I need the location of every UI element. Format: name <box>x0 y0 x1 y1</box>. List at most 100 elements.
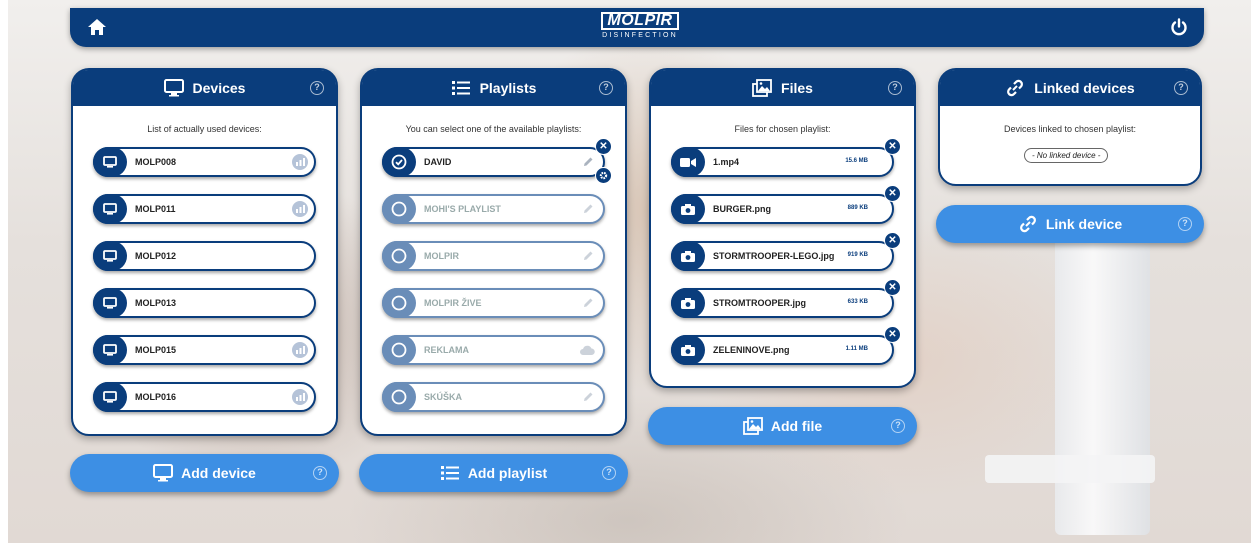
playlists-panel: Playlists ? You can select one of the av… <box>360 68 627 436</box>
remove-file-button[interactable]: ✕ <box>884 232 901 249</box>
file-item[interactable]: 1.mp4 15.6 MB <box>671 147 894 177</box>
video-icon <box>671 147 705 177</box>
device-item[interactable]: MOLP008 <box>93 147 316 177</box>
camera-icon <box>671 241 705 271</box>
device-item[interactable]: MOLP016 <box>93 382 316 412</box>
linked-devices-help-icon[interactable]: ? <box>1174 81 1188 95</box>
file-size: 889 KB <box>847 205 868 211</box>
pencil-icon[interactable] <box>582 391 594 403</box>
add-file-help-icon[interactable]: ? <box>891 419 905 433</box>
linked-devices-title: Linked devices <box>1034 80 1135 96</box>
stats-icon[interactable] <box>292 389 308 405</box>
files-subtitle: Files for chosen playlist: <box>734 124 831 134</box>
pencil-icon[interactable] <box>582 156 594 168</box>
link-device-button[interactable]: Link device ? <box>936 205 1204 243</box>
file-item[interactable]: ZELENINOVE.png 1.11 MB <box>671 335 894 365</box>
devices-subtitle: List of actually used devices: <box>147 124 262 134</box>
monitor-icon <box>93 335 127 365</box>
playlist-name: MOLPIR <box>424 251 459 261</box>
playlist-name: DAVID <box>424 157 452 167</box>
playlist-name: SKÚŠKA <box>424 392 463 402</box>
cloud-icon <box>580 345 595 355</box>
file-item[interactable]: BURGER.png 889 KB <box>671 194 894 224</box>
camera-icon <box>671 194 705 224</box>
images-icon <box>742 417 763 435</box>
stats-icon[interactable] <box>292 154 308 170</box>
playlist-item[interactable]: REKLAMA <box>382 335 605 365</box>
device-item[interactable]: MOLP013 <box>93 288 316 318</box>
pencil-icon[interactable] <box>582 297 594 309</box>
monitor-icon <box>93 288 127 318</box>
playlist-item[interactable]: SKÚŠKA <box>382 382 605 412</box>
dispenser-stand <box>1055 235 1150 535</box>
file-name: ZELENINOVE.png <box>713 345 790 355</box>
playlists-help-icon[interactable]: ? <box>599 81 613 95</box>
playlist-settings-button[interactable] <box>595 167 612 184</box>
stats-icon[interactable] <box>292 342 308 358</box>
files-panel: Files ? Files for chosen playlist: 1.mp4… <box>649 68 916 388</box>
monitor-icon <box>93 241 127 271</box>
stats-icon[interactable] <box>292 201 308 217</box>
devices-header: Devices ? <box>73 70 336 106</box>
playlist-item[interactable]: MOLPIR <box>382 241 605 271</box>
remove-file-button[interactable]: ✕ <box>884 279 901 296</box>
devices-help-icon[interactable]: ? <box>310 81 324 95</box>
home-icon[interactable] <box>87 18 107 36</box>
devices-title: Devices <box>192 80 246 96</box>
circle-icon <box>382 241 416 271</box>
remove-file-button[interactable]: ✕ <box>884 326 901 343</box>
pencil-icon[interactable] <box>582 250 594 262</box>
circle-icon <box>382 382 416 412</box>
playlists-header: Playlists ? <box>362 70 625 106</box>
linked-devices-panel: Linked devices ? Devices linked to chose… <box>938 68 1202 186</box>
device-name: MOLP011 <box>135 204 176 214</box>
file-size: 919 KB <box>847 252 868 258</box>
circle-icon <box>382 335 416 365</box>
device-item[interactable]: MOLP012 <box>93 241 316 271</box>
file-item[interactable]: STROMTROOPER.jpg 633 KB <box>671 288 894 318</box>
device-name: MOLP012 <box>135 251 177 261</box>
logo-sub-text: DISINFECTION <box>602 32 678 39</box>
add-playlist-help-icon[interactable]: ? <box>602 466 616 480</box>
add-playlist-button[interactable]: Add playlist ? <box>359 454 628 492</box>
circle-icon <box>382 194 416 224</box>
playlists-title: Playlists <box>479 80 537 96</box>
monitor-icon <box>93 147 127 177</box>
files-header: Files ? <box>651 70 914 106</box>
monitor-icon <box>93 382 127 412</box>
monitor-icon <box>93 194 127 224</box>
playlist-item[interactable]: MOLPIR ŽIVE <box>382 288 605 318</box>
pencil-icon[interactable] <box>582 203 594 215</box>
power-icon[interactable] <box>1170 18 1188 36</box>
images-icon <box>752 79 772 97</box>
no-linked-device-label: - No linked device - <box>1024 148 1109 163</box>
check-circle-icon <box>382 147 416 177</box>
file-size: 15.6 MB <box>845 158 868 164</box>
device-name: MOLP015 <box>135 345 177 355</box>
playlist-name: MOLPIR ŽIVE <box>424 298 482 308</box>
remove-file-button[interactable]: ✕ <box>884 138 901 155</box>
file-name: 1.mp4 <box>713 157 740 167</box>
files-help-icon[interactable]: ? <box>888 81 902 95</box>
add-device-button[interactable]: Add device ? <box>70 454 339 492</box>
add-device-help-icon[interactable]: ? <box>313 466 327 480</box>
remove-file-button[interactable]: ✕ <box>884 185 901 202</box>
dispenser-tray <box>985 455 1155 483</box>
devices-panel: Devices ? List of actually used devices:… <box>71 68 338 436</box>
device-item[interactable]: MOLP015 <box>93 335 316 365</box>
link-device-help-icon[interactable]: ? <box>1178 217 1192 231</box>
playlists-subtitle: You can select one of the available play… <box>405 124 582 134</box>
files-title: Files <box>781 80 813 96</box>
delete-playlist-button[interactable]: ✕ <box>595 138 612 155</box>
playlist-item-selected[interactable]: DAVID <box>382 147 605 177</box>
file-name: STROMTROOPER.jpg <box>713 298 806 308</box>
link-icon <box>1007 79 1024 97</box>
device-name: MOLP008 <box>135 157 177 167</box>
add-file-button[interactable]: Add file ? <box>648 407 917 445</box>
file-item[interactable]: STORMTROOPER-LEGO.jpg 919 KB <box>671 241 894 271</box>
logo: MOLPIR DISINFECTION <box>600 12 680 39</box>
playlist-item[interactable]: MOHI'S PLAYLIST <box>382 194 605 224</box>
playlist-name: REKLAMA <box>424 345 469 355</box>
file-size: 633 KB <box>847 299 868 305</box>
device-item[interactable]: MOLP011 <box>93 194 316 224</box>
